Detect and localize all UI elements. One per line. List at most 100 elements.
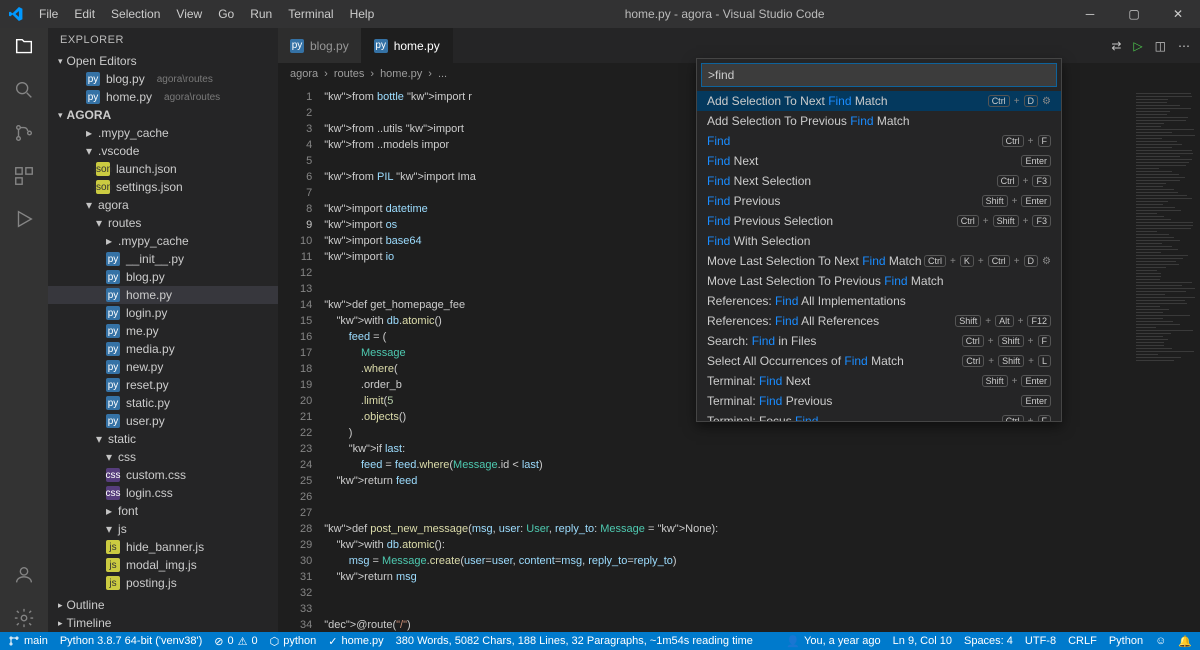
tab-blog.py[interactable]: pyblog.py <box>278 28 362 63</box>
tree-item[interactable]: ▸font <box>48 502 278 520</box>
current-file[interactable]: ✓ home.py <box>328 635 383 648</box>
settings-icon[interactable] <box>13 607 35 632</box>
search-icon[interactable] <box>13 79 35 104</box>
tree-item[interactable]: ▾.vscode <box>48 142 278 160</box>
menu-selection[interactable]: Selection <box>104 3 167 25</box>
tree-item[interactable]: pymedia.py <box>48 340 278 358</box>
run-icon[interactable]: ▷ <box>1133 39 1142 53</box>
tree-item[interactable]: pyblog.py <box>48 268 278 286</box>
tree-item[interactable]: ▸.mypy_cache <box>48 232 278 250</box>
more-icon[interactable]: ⋯ <box>1178 39 1190 53</box>
tree-item[interactable]: pystatic.py <box>48 394 278 412</box>
word-count[interactable]: 380 Words, 5082 Chars, 188 Lines, 32 Par… <box>396 635 753 647</box>
tab-home.py[interactable]: pyhome.py <box>362 28 453 63</box>
chevron-down-icon: ▾ <box>106 450 112 464</box>
explorer-icon[interactable] <box>13 36 35 61</box>
palette-item[interactable]: References: Find All ReferencesShift+Alt… <box>697 311 1061 331</box>
palette-item[interactable]: References: Find All Implementations <box>697 291 1061 311</box>
tree-item[interactable]: pyme.py <box>48 322 278 340</box>
palette-item[interactable]: Find PreviousShift+Enter <box>697 191 1061 211</box>
extensions-icon[interactable] <box>13 165 35 190</box>
tree-item[interactable]: ▾static <box>48 430 278 448</box>
breadcrumb-segment[interactable]: routes <box>334 68 365 80</box>
menu-edit[interactable]: Edit <box>67 3 102 25</box>
palette-item[interactable]: Add Selection To Next Find MatchCtrl+D ⚙ <box>697 91 1061 111</box>
run-debug-icon[interactable] <box>13 208 35 233</box>
menu-go[interactable]: Go <box>211 3 241 25</box>
tree-item[interactable]: pyuser.py <box>48 412 278 430</box>
py-icon: py <box>106 288 120 302</box>
palette-item[interactable]: Add Selection To Previous Find Match <box>697 111 1061 131</box>
palette-item[interactable]: Terminal: Find NextShift+Enter <box>697 371 1061 391</box>
palette-item[interactable]: Move Last Selection To Next Find MatchCt… <box>697 251 1061 271</box>
palette-item[interactable]: Select All Occurrences of Find MatchCtrl… <box>697 351 1061 371</box>
tree-item[interactable]: pyreset.py <box>48 376 278 394</box>
tree-item[interactable]: jsonsettings.json <box>48 178 278 196</box>
compare-icon[interactable]: ⇄ <box>1111 39 1121 53</box>
notifications-icon[interactable]: 🔔 <box>1178 635 1192 648</box>
open-editor-item[interactable]: pyhome.pyagora\routes <box>48 88 278 106</box>
py-icon: py <box>374 39 388 53</box>
menu-file[interactable]: File <box>32 3 65 25</box>
python-interpreter[interactable]: Python 3.8.7 64-bit ('venv38') <box>60 635 202 647</box>
gear-icon[interactable]: ⚙ <box>1042 96 1051 107</box>
tree-item[interactable]: ▾css <box>48 448 278 466</box>
feedback-icon[interactable]: ☺ <box>1155 635 1166 647</box>
tree-item[interactable]: csslogin.css <box>48 484 278 502</box>
eol[interactable]: CRLF <box>1068 635 1097 647</box>
outline-section[interactable]: ▸Outline <box>48 596 278 614</box>
minimap[interactable] <box>1130 85 1200 632</box>
tree-item[interactable]: jshide_banner.js <box>48 538 278 556</box>
tree-item[interactable]: pylogin.py <box>48 304 278 322</box>
menu-view[interactable]: View <box>169 3 209 25</box>
language-mode[interactable]: Python <box>1109 635 1143 647</box>
tree-item[interactable]: jsmodal_img.js <box>48 556 278 574</box>
git-blame[interactable]: 👤 You, a year ago <box>786 635 880 648</box>
command-palette-input[interactable] <box>701 63 1057 87</box>
tree-item[interactable]: pynew.py <box>48 358 278 376</box>
tree-item[interactable]: csscustom.css <box>48 466 278 484</box>
palette-item[interactable]: Search: Find in FilesCtrl+Shift+F <box>697 331 1061 351</box>
menu-run[interactable]: Run <box>243 3 279 25</box>
tree-item[interactable]: pyhome.py <box>48 286 278 304</box>
tree-item[interactable]: ▾js <box>48 520 278 538</box>
dev-container[interactable]: ⬡ python <box>270 635 317 648</box>
close-icon[interactable]: ✕ <box>1156 0 1200 28</box>
palette-item[interactable]: Find With Selection <box>697 231 1061 251</box>
indent[interactable]: Spaces: 4 <box>964 635 1013 647</box>
breadcrumb-segment[interactable]: agora <box>290 68 318 80</box>
maximize-icon[interactable]: ▢ <box>1112 0 1156 28</box>
open-editors-section[interactable]: ▾Open Editors <box>48 52 278 70</box>
tree-item[interactable]: jsposting.js <box>48 574 278 592</box>
account-icon[interactable] <box>13 564 35 589</box>
workspace-section[interactable]: ▾AGORA <box>48 106 278 124</box>
menu-terminal[interactable]: Terminal <box>281 3 340 25</box>
problems[interactable]: ⊘ 0 ⚠ 0 <box>214 635 257 648</box>
timeline-section[interactable]: ▸Timeline <box>48 614 278 632</box>
source-control-icon[interactable] <box>13 122 35 147</box>
git-branch[interactable]: main <box>8 635 48 647</box>
tree-item[interactable]: ▸.mypy_cache <box>48 124 278 142</box>
encoding[interactable]: UTF-8 <box>1025 635 1056 647</box>
palette-item[interactable]: Find Next SelectionCtrl+F3 <box>697 171 1061 191</box>
palette-item[interactable]: FindCtrl+F <box>697 131 1061 151</box>
tree-item[interactable]: ▾agora <box>48 196 278 214</box>
palette-item[interactable]: Find Previous SelectionCtrl+Shift+F3 <box>697 211 1061 231</box>
breadcrumb-segment[interactable]: ... <box>438 68 447 80</box>
palette-item[interactable]: Terminal: Find PreviousEnter <box>697 391 1061 411</box>
open-editor-item[interactable]: pyblog.pyagora\routes <box>48 70 278 88</box>
palette-item[interactable]: Move Last Selection To Previous Find Mat… <box>697 271 1061 291</box>
tree-item[interactable]: py__init__.py <box>48 250 278 268</box>
tree-item[interactable]: ▾routes <box>48 214 278 232</box>
gear-icon[interactable]: ⚙ <box>1042 256 1051 267</box>
activity-bar <box>0 28 48 632</box>
explorer-header: Explorer <box>48 28 278 52</box>
tree-item[interactable]: jsonlaunch.json <box>48 160 278 178</box>
palette-item[interactable]: Terminal: Focus FindCtrl+F <box>697 411 1061 421</box>
split-icon[interactable]: ◫ <box>1155 39 1166 53</box>
palette-item[interactable]: Find NextEnter <box>697 151 1061 171</box>
breadcrumb-segment[interactable]: home.py <box>380 68 422 80</box>
minimize-icon[interactable]: ─ <box>1068 0 1112 28</box>
menu-help[interactable]: Help <box>343 3 382 25</box>
cursor-position[interactable]: Ln 9, Col 10 <box>893 635 952 647</box>
